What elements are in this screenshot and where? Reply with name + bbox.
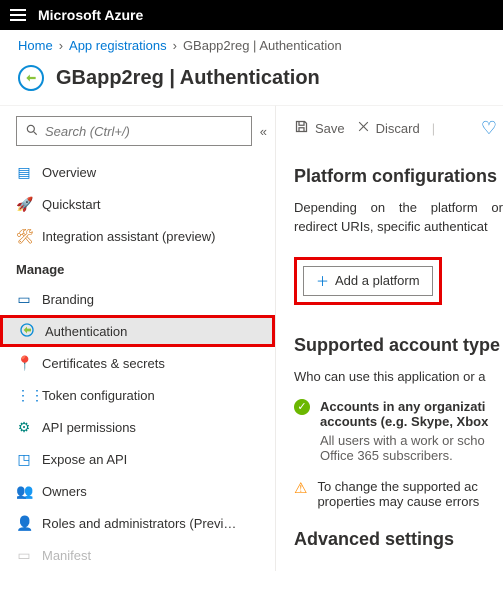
save-icon <box>294 119 309 137</box>
sidebar-item-authentication[interactable]: Authentication <box>0 315 275 347</box>
breadcrumb-home[interactable]: Home <box>18 38 53 53</box>
add-platform-button[interactable]: ＋ Add a platform <box>303 266 433 296</box>
sidebar-item-label: Roles and administrators (Previ… <box>42 516 236 531</box>
plus-icon: ＋ <box>316 271 329 290</box>
page-title-row: GBapp2reg | Authentication <box>0 61 503 105</box>
sidebar-item-label: Authentication <box>45 324 127 339</box>
tag-icon: ▭ <box>16 291 32 308</box>
close-icon <box>357 120 370 136</box>
expose-icon: ◳ <box>16 451 32 468</box>
app-icon <box>18 65 44 91</box>
sidebar-item-manifest[interactable]: ▭ Manifest <box>0 539 275 571</box>
breadcrumb-current: GBapp2reg | Authentication <box>183 38 342 53</box>
topbar: Microsoft Azure <box>0 0 503 30</box>
chevron-right-icon: › <box>173 38 177 53</box>
sidebar-item-label: Branding <box>42 292 94 307</box>
add-platform-label: Add a platform <box>335 273 420 288</box>
collapse-sidebar-icon[interactable]: « <box>260 124 267 139</box>
sidebar-item-label: Integration assistant (preview) <box>42 229 215 244</box>
sidebar-item-label: Expose an API <box>42 452 127 467</box>
account-type-bold: Accounts in any organizati accounts (e.g… <box>320 399 488 429</box>
sidebar-item-quickstart[interactable]: 🚀 Quickstart <box>0 188 275 220</box>
sidebar-item-token-configuration[interactable]: ⋮⋮ Token configuration <box>0 379 275 411</box>
sidebar-item-expose-api[interactable]: ◳ Expose an API <box>0 443 275 475</box>
wrench-icon: 🛠 <box>16 228 32 245</box>
page-title: GBapp2reg | Authentication <box>56 67 320 90</box>
platform-configurations-heading: Platform configurations <box>294 166 503 187</box>
key-icon: 📍 <box>16 355 32 372</box>
sidebar-item-label: API permissions <box>42 420 136 435</box>
sidebar-item-certificates[interactable]: 📍 Certificates & secrets <box>0 347 275 379</box>
platform-configurations-text: Depending on the platform or redirect UR… <box>294 199 503 237</box>
search-icon <box>25 123 39 140</box>
brand-label: Microsoft Azure <box>38 7 143 23</box>
sidebar: « ▤ Overview 🚀 Quickstart 🛠 Integration … <box>0 105 275 571</box>
sidebar-item-label: Owners <box>42 484 87 499</box>
token-icon: ⋮⋮ <box>16 387 32 404</box>
manifest-icon: ▭ <box>16 547 32 564</box>
breadcrumb: Home › App registrations › GBapp2reg | A… <box>0 30 503 61</box>
sidebar-item-label: Manifest <box>42 548 91 563</box>
account-type-item: ✓ Accounts in any organizati accounts (e… <box>294 399 503 463</box>
save-label: Save <box>315 121 345 136</box>
search-input[interactable] <box>45 124 243 139</box>
save-button[interactable]: Save <box>294 119 345 137</box>
sidebar-item-branding[interactable]: ▭ Branding <box>0 283 275 315</box>
warning-icon: ⚠ <box>294 479 307 509</box>
who-can-use-text: Who can use this application or a <box>294 368 503 387</box>
overview-icon: ▤ <box>16 164 32 181</box>
toolbar-divider: | <box>432 121 435 136</box>
sidebar-item-owners[interactable]: 👥 Owners <box>0 475 275 507</box>
advanced-settings-heading: Advanced settings <box>294 529 503 550</box>
warning-item: ⚠ To change the supported ac properties … <box>294 479 503 509</box>
auth-icon <box>19 322 35 341</box>
rocket-icon: 🚀 <box>16 196 32 213</box>
sidebar-item-roles[interactable]: 👤 Roles and administrators (Previ… <box>0 507 275 539</box>
sidebar-item-integration-assistant[interactable]: 🛠 Integration assistant (preview) <box>0 220 275 252</box>
discard-button[interactable]: Discard <box>357 120 420 136</box>
breadcrumb-app-registrations[interactable]: App registrations <box>69 38 167 53</box>
search-box[interactable] <box>16 116 252 146</box>
discard-label: Discard <box>376 121 420 136</box>
permissions-icon: ⚙ <box>16 419 32 436</box>
sidebar-item-label: Token configuration <box>42 388 155 403</box>
checkmark-icon: ✓ <box>294 399 310 415</box>
main-pane: Save Discard | ♡ Platform configurations… <box>275 105 503 571</box>
chevron-right-icon: › <box>59 38 63 53</box>
sidebar-item-api-permissions[interactable]: ⚙ API permissions <box>0 411 275 443</box>
sidebar-item-label: Quickstart <box>42 197 101 212</box>
toolbar: Save Discard | ♡ <box>294 108 503 148</box>
owners-icon: 👥 <box>16 483 32 500</box>
supported-account-types-heading: Supported account type <box>294 335 503 356</box>
favorite-icon[interactable]: ♡ <box>481 118 497 139</box>
sidebar-item-label: Overview <box>42 165 96 180</box>
account-type-sub: All users with a work or scho Office 365… <box>320 433 503 463</box>
sidebar-item-overview[interactable]: ▤ Overview <box>0 156 275 188</box>
section-heading-manage: Manage <box>0 252 275 283</box>
roles-icon: 👤 <box>16 515 32 532</box>
sidebar-item-label: Certificates & secrets <box>42 356 165 371</box>
warning-text: To change the supported ac properties ma… <box>317 479 503 509</box>
hamburger-menu[interactable] <box>10 9 26 21</box>
add-platform-highlight: ＋ Add a platform <box>294 257 442 305</box>
